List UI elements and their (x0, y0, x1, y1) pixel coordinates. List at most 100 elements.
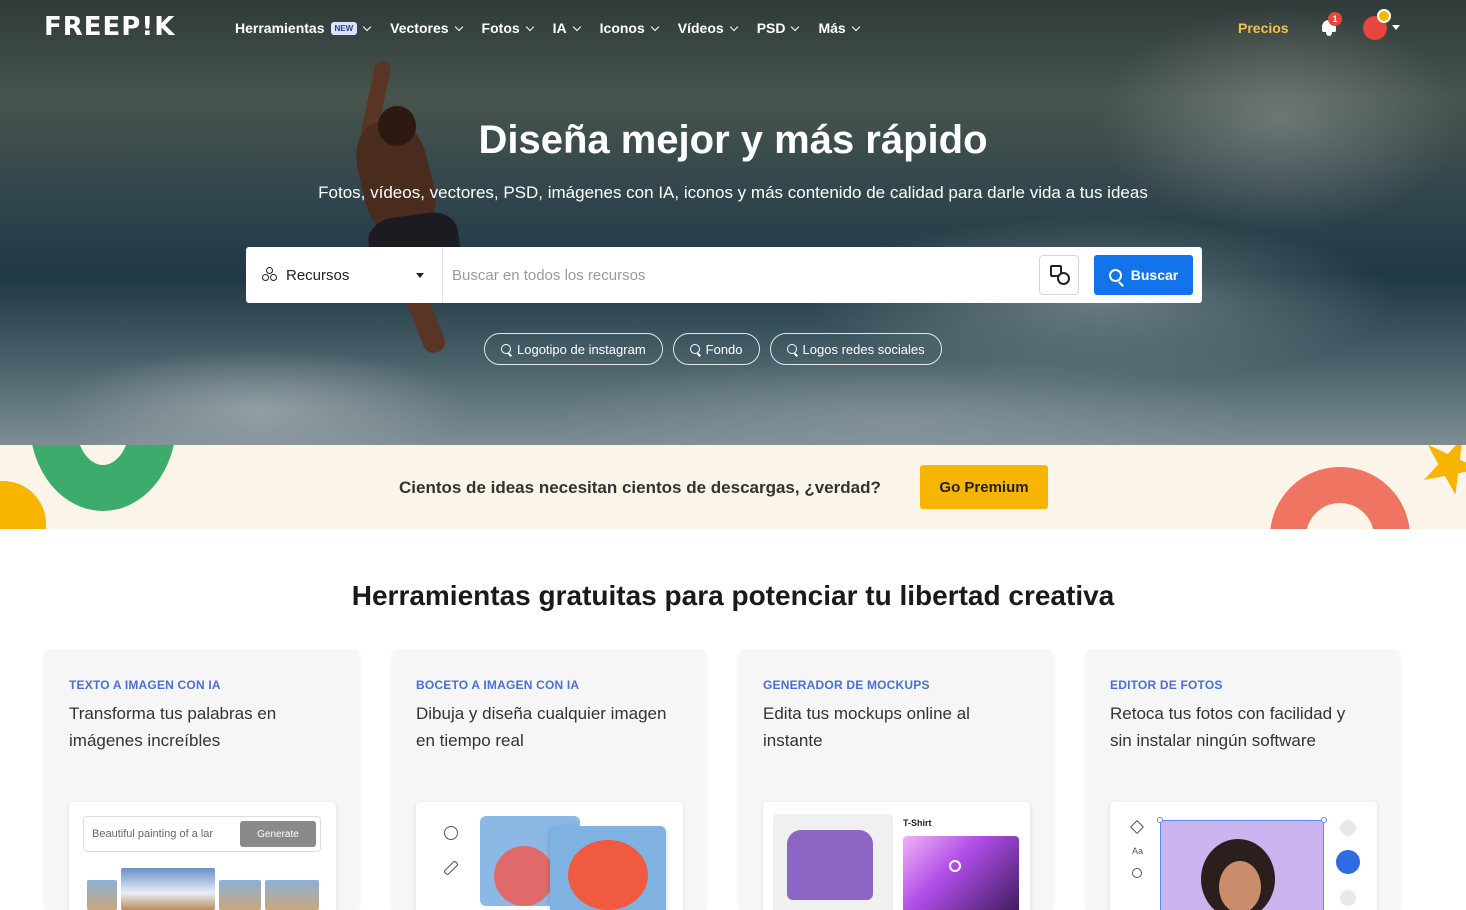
tool-card-sketch-to-image[interactable]: BOCETO A IMAGEN CON IA Dibuja y diseña c… (392, 650, 706, 910)
color-picker (903, 836, 1019, 910)
portrait-photo (1160, 820, 1324, 910)
chevron-down-icon (362, 22, 372, 31)
brush-icon (443, 860, 459, 876)
card-description: Edita tus mockups online al instante (763, 704, 970, 750)
generate-button: Generate (240, 821, 316, 847)
card-preview: Beautiful painting of a lar Generate (69, 802, 336, 910)
decorative-shape (30, 445, 176, 511)
nav-item-iconos[interactable]: Iconos (599, 18, 660, 38)
chevron-down-icon (572, 22, 581, 31)
prompt-box: Beautiful painting of a lar Generate (83, 816, 321, 852)
search-button[interactable]: Buscar (1094, 255, 1193, 295)
tool-card-mockup-generator[interactable]: GENERADOR DE MOCKUPS Edita tus mockups o… (739, 650, 1053, 910)
decorative-shape (0, 481, 46, 529)
tool-card-text-to-image[interactable]: TEXTO A IMAGEN CON IA Transforma tus pal… (45, 650, 359, 910)
chevron-down-icon (650, 22, 660, 31)
nav-item-psd[interactable]: PSD (756, 18, 800, 38)
search-icon (786, 344, 797, 354)
thumbnail-image (87, 880, 117, 910)
nav-item-herramientas[interactable]: Herramientas NEW (235, 18, 372, 38)
resize-handle (1157, 817, 1163, 823)
decorative-shape (1410, 445, 1466, 505)
text-tool-icon: Aa (1132, 846, 1144, 856)
image-icon (1336, 850, 1360, 874)
nav-item-label: Más (818, 20, 846, 36)
nav-item-label: Iconos (599, 20, 645, 36)
suggestion-chip[interactable]: Logos redes sociales (769, 333, 942, 365)
premium-crown-icon (1377, 9, 1391, 23)
resize-handle (1321, 817, 1327, 823)
section-title: Herramientas gratuitas para potenciar tu… (351, 580, 1115, 611)
prompt-text: Beautiful painting of a lar (92, 828, 214, 840)
decorative-shape (1270, 467, 1410, 529)
chevron-down-icon (851, 22, 860, 31)
card-kicker: BOCETO A IMAGEN CON IA (416, 678, 580, 692)
nav-item-label: Vídeos (677, 20, 724, 36)
search-icon (501, 344, 511, 354)
freepik-logo[interactable]: FREEP!K (44, 12, 175, 42)
mockup-label: T-Shirt (903, 818, 932, 828)
card-kicker: GENERADOR DE MOCKUPS (763, 678, 930, 692)
suggestion-label: Logotipo de instagram (517, 341, 646, 357)
card-preview (416, 802, 683, 910)
nav-item-label: Fotos (481, 20, 520, 36)
card-description: Retoca tus fotos con facilidad y sin ins… (1110, 704, 1346, 750)
caret-down-icon (416, 273, 424, 278)
image-search-icon[interactable] (1039, 255, 1079, 295)
new-badge: NEW (330, 21, 358, 35)
search-button-label: Buscar (1130, 267, 1179, 283)
tool-card-photo-editor[interactable]: EDITOR DE FOTOS Retoca tus fotos con fac… (1086, 650, 1400, 910)
nav-menu: Herramientas NEW Vectores Fotos IA Icono… (235, 18, 879, 38)
thumbnail-image (265, 880, 319, 910)
palette-icon (444, 826, 458, 840)
card-preview: T-Shirt (763, 802, 1030, 910)
chevron-down-icon (525, 22, 534, 31)
suggestion-chip[interactable]: Logotipo de instagram (484, 333, 663, 365)
chevron-down-icon (791, 22, 800, 31)
chevron-down-icon (454, 22, 463, 31)
nav-item-fotos[interactable]: Fotos (481, 18, 534, 38)
resource-type-dropdown[interactable]: Recursos (246, 247, 443, 303)
top-navigation: FREEP!K Herramientas NEW Vectores Fotos … (0, 0, 1466, 56)
tshirt-mockup-image (787, 830, 873, 900)
nav-item-label: Herramientas (235, 20, 325, 36)
pencil-icon (1129, 819, 1145, 835)
color-picker-handle (949, 860, 961, 872)
nav-item-ia[interactable]: IA (552, 18, 581, 38)
nav-item-videos[interactable]: Vídeos (677, 18, 738, 38)
search-icon (1108, 268, 1122, 282)
nav-item-mas[interactable]: Más (818, 18, 860, 38)
card-description: Transforma tus palabras en imágenes incr… (69, 704, 277, 750)
chevron-down-icon (729, 22, 738, 31)
hero-background-image (340, 59, 480, 356)
resource-type-label: Recursos (286, 266, 350, 284)
suggestion-label: Logos redes sociales (802, 341, 925, 357)
search-icon (689, 344, 700, 354)
premium-promo-band: Cientos de ideas necesitan cientos de de… (0, 445, 1466, 529)
hero-banner: FREEP!K Herramientas NEW Vectores Fotos … (0, 0, 1466, 445)
card-kicker: EDITOR DE FOTOS (1110, 678, 1223, 692)
search-input[interactable] (452, 265, 1032, 285)
suggestion-label: Fondo (705, 341, 743, 357)
card-kicker: TEXTO A IMAGEN CON IA (69, 678, 221, 692)
card-description: Dibuja y diseña cualquier imagen en tiem… (416, 704, 667, 750)
nav-item-vectores[interactable]: Vectores (390, 18, 463, 38)
shapes-icon (1132, 868, 1142, 878)
settings-icon (1340, 890, 1356, 906)
nav-item-label: Vectores (390, 20, 449, 36)
nav-item-label: IA (552, 20, 567, 36)
thumbnail-image (219, 880, 261, 910)
notification-count-badge: 1 (1328, 12, 1342, 26)
hero-title: Diseña mejor y más rápido (478, 118, 988, 162)
pricing-link[interactable]: Precios (1238, 20, 1289, 36)
thumbnail-image (121, 868, 215, 910)
card-preview: Aa (1110, 802, 1377, 910)
go-premium-button[interactable]: Go Premium (920, 465, 1048, 509)
generated-image (550, 826, 666, 910)
search-suggestions: Logotipo de instagram Fondo Logos redes … (484, 333, 952, 365)
nav-item-label: PSD (756, 20, 786, 36)
search-bar: Recursos Buscar (246, 247, 1202, 303)
suggestion-chip[interactable]: Fondo (672, 333, 760, 365)
caret-down-icon[interactable] (1392, 25, 1400, 30)
promo-text: Cientos de ideas necesitan cientos de de… (399, 478, 881, 497)
